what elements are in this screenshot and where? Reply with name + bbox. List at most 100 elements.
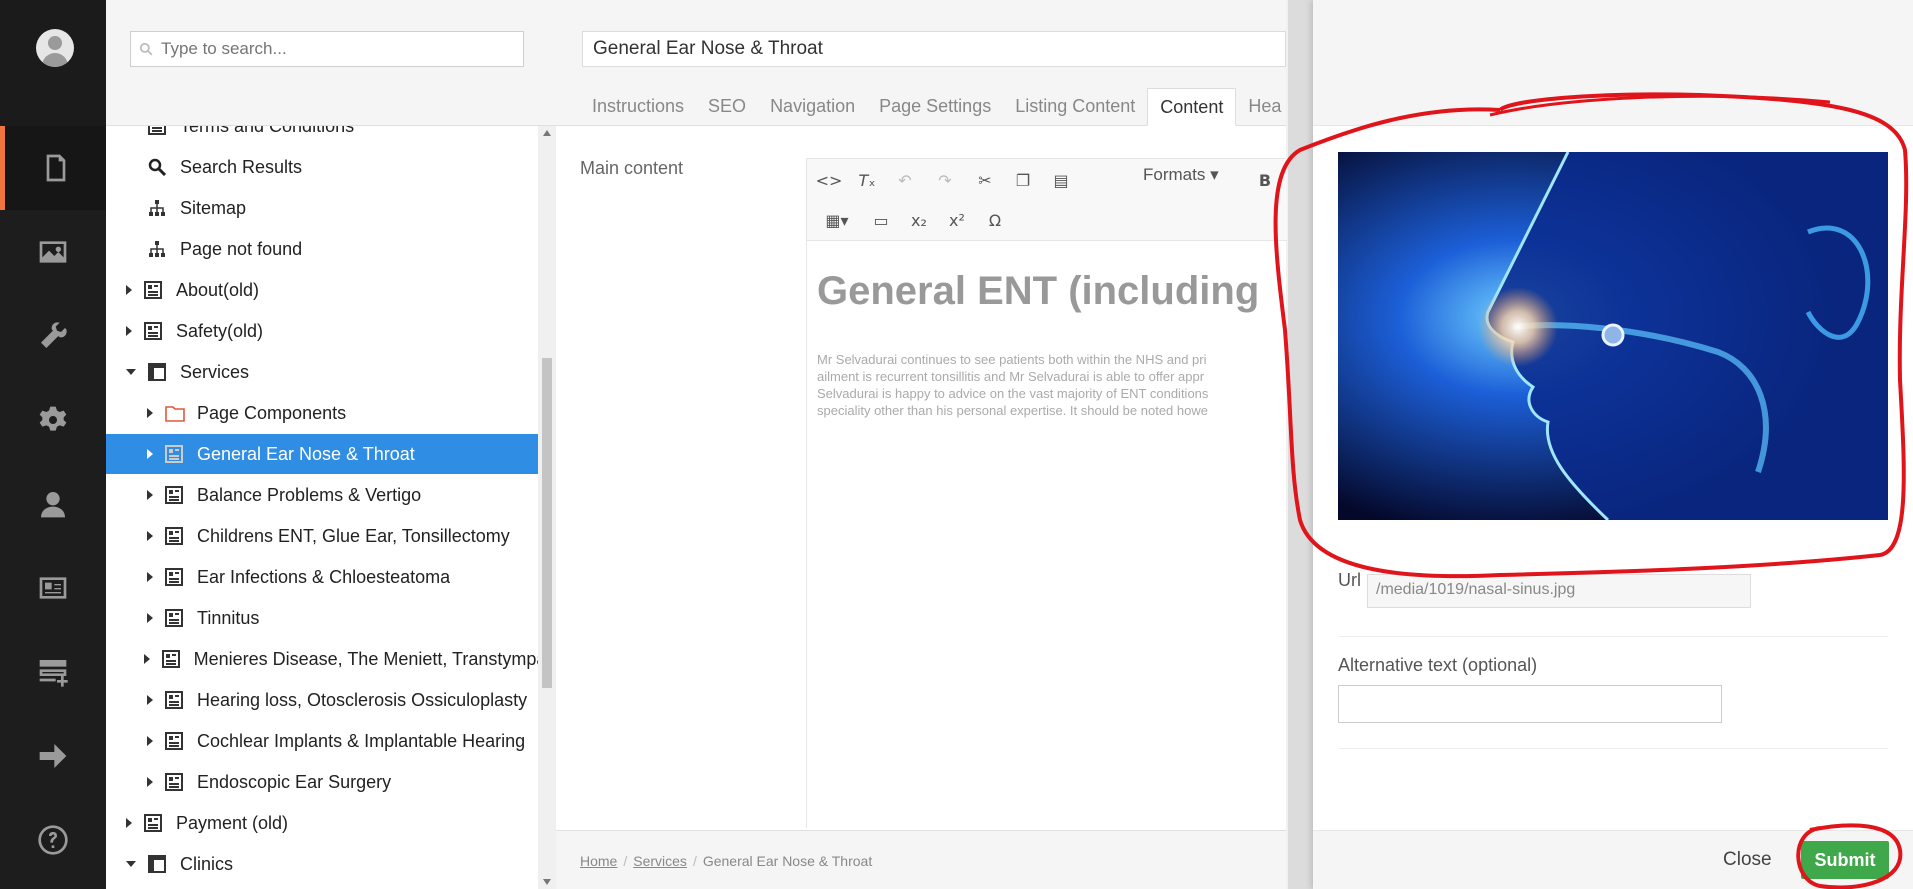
tab-content[interactable]: Content	[1147, 88, 1237, 126]
tree-item-label: Clinics	[180, 853, 234, 874]
form-add-icon	[39, 660, 68, 687]
breadcrumb-services[interactable]: Services	[633, 853, 687, 869]
tree-item[interactable]: Page Components	[106, 393, 538, 433]
tree-item[interactable]: Hearing loss, Otosclerosis Ossiculoplast…	[106, 680, 538, 720]
id-card-icon	[39, 577, 67, 599]
user-avatar[interactable]	[36, 29, 74, 67]
section-members[interactable]	[0, 546, 106, 630]
caret-right-icon[interactable]	[147, 490, 153, 500]
tree-item[interactable]: Clinics	[106, 844, 538, 884]
page-name-input[interactable]: General Ear Nose & Throat	[582, 31, 1286, 67]
tree-item[interactable]: Payment (old)	[106, 803, 538, 843]
section-content[interactable]	[0, 126, 106, 210]
search-input[interactable]	[161, 39, 501, 59]
dialog-header	[1313, 0, 1913, 126]
breadcrumb-separator: /	[692, 853, 697, 869]
selected-image-preview[interactable]	[1338, 152, 1888, 520]
tree-item-label: Menieres Disease, The Meniett, Transtymp…	[193, 648, 538, 669]
section-developer[interactable]	[0, 378, 106, 462]
undo-icon[interactable]: ↶	[883, 163, 927, 197]
caret-right-icon[interactable]	[147, 777, 153, 787]
section-forms[interactable]	[0, 630, 106, 714]
tree-item[interactable]: Search Results	[106, 147, 538, 187]
caret-right-icon[interactable]	[147, 572, 153, 582]
tab-seo[interactable]: SEO	[696, 88, 758, 126]
caret-right-icon	[126, 126, 136, 131]
paste-icon[interactable]: ▤	[1039, 163, 1083, 197]
divider	[1338, 748, 1888, 749]
caret-right-icon[interactable]	[126, 326, 132, 336]
tree-item[interactable]: Services	[106, 352, 538, 392]
tab-navigation[interactable]: Navigation	[758, 88, 867, 126]
caret-right-icon[interactable]	[147, 408, 153, 418]
scroll-thumb[interactable]	[542, 358, 552, 688]
caret-right-icon[interactable]	[147, 449, 153, 459]
tab-page-settings[interactable]: Page Settings	[867, 88, 1003, 126]
section-settings[interactable]	[0, 294, 106, 378]
section-help[interactable]	[0, 798, 106, 882]
submit-button[interactable]: Submit	[1801, 841, 1889, 879]
document-heading: General ENT (including	[817, 269, 1260, 313]
tree-item[interactable]: Endoscopic Ear Surgery	[106, 762, 538, 802]
tree-item[interactable]: Page not found	[106, 229, 538, 269]
caret-right-icon[interactable]	[143, 654, 150, 664]
tree-item[interactable]: Tinnitus	[106, 598, 538, 638]
arrow-right-icon	[39, 744, 67, 768]
close-button[interactable]: Close	[1723, 849, 1772, 871]
tab-hea[interactable]: Hea	[1236, 88, 1293, 126]
paragraph-line: Mr Selvadurai continues to see patients …	[817, 352, 1207, 367]
caret-right-icon	[126, 162, 136, 172]
tree-item-label: About(old)	[176, 279, 260, 300]
tree-item[interactable]: General Ear Nose & Throat	[106, 434, 538, 474]
section-users[interactable]	[0, 462, 106, 546]
url-label: Url	[1338, 570, 1361, 590]
caret-right-icon[interactable]	[147, 613, 153, 623]
section-media[interactable]	[0, 210, 106, 294]
content-editor: General Ear Nose & Throat Instructions SE…	[556, 0, 1287, 889]
page-icon	[144, 322, 162, 340]
tree-item-label: Childrens ENT, Glue Ear, Tonsillectomy	[197, 525, 510, 546]
caret-right-icon[interactable]	[147, 531, 153, 541]
tab-listing-content[interactable]: Listing Content	[1003, 88, 1147, 126]
rich-text-editor[interactable]: <> Tₓ ↶ ↷ ✂ ❐ ▤ Formats ▾ B ▦▾ ▭ x₂ x² Ω…	[806, 158, 1287, 828]
tree-item[interactable]: Ear Infections & Chloesteatoma	[106, 557, 538, 597]
table-icon[interactable]: ▦▾	[815, 203, 859, 237]
tree-item[interactable]: Safety(old)	[106, 311, 538, 351]
tree-item[interactable]: Menieres Disease, The Meniett, Transtymp…	[106, 639, 538, 679]
alt-text-label: Alternative text (optional)	[1338, 655, 1538, 675]
caret-down-icon[interactable]	[126, 861, 136, 867]
section-redirects[interactable]	[0, 714, 106, 798]
search-icon	[148, 158, 167, 177]
scroll-up-arrow[interactable]	[543, 130, 551, 136]
tree-item[interactable]: Terms and Conditions	[106, 126, 538, 146]
tree-item-label: Page not found	[180, 238, 303, 259]
tree-item[interactable]: About(old)	[106, 270, 538, 310]
breadcrumb-home[interactable]: Home	[580, 853, 617, 869]
caret-right-icon[interactable]	[126, 818, 132, 828]
tree-item-label: Balance Problems & Vertigo	[197, 484, 422, 505]
tree-item[interactable]: Cochlear Implants & Implantable Hearing	[106, 721, 538, 761]
bold-icon[interactable]: B	[1243, 163, 1287, 197]
user-icon	[41, 492, 65, 518]
tree-scrollbar[interactable]	[538, 126, 556, 889]
dialog-backdrop	[1288, 0, 1313, 889]
tab-instructions[interactable]: Instructions	[580, 88, 696, 126]
tree-item[interactable]: Page Components	[106, 885, 538, 889]
redo-icon[interactable]: ↷	[923, 163, 967, 197]
caret-right-icon[interactable]	[126, 285, 132, 295]
tree-item[interactable]: Sitemap	[106, 188, 538, 228]
caret-right-icon[interactable]	[147, 695, 153, 705]
formats-dropdown[interactable]: Formats ▾	[1143, 165, 1219, 185]
tree-item-label: Cochlear Implants & Implantable Hearing	[197, 730, 526, 751]
tree-item-label: Search Results	[180, 156, 303, 177]
caret-right-icon[interactable]	[147, 736, 153, 746]
scroll-down-arrow[interactable]	[543, 879, 551, 885]
tree-item[interactable]: Childrens ENT, Glue Ear, Tonsillectomy	[106, 516, 538, 556]
tree-search-box[interactable]	[130, 31, 524, 67]
avatar-head	[48, 36, 62, 50]
caret-down-icon[interactable]	[126, 369, 136, 375]
special-character-icon[interactable]: Ω	[973, 203, 1017, 237]
tree-item[interactable]: Balance Problems & Vertigo	[106, 475, 538, 515]
layout-icon	[148, 855, 166, 873]
alt-text-input[interactable]	[1338, 685, 1722, 723]
